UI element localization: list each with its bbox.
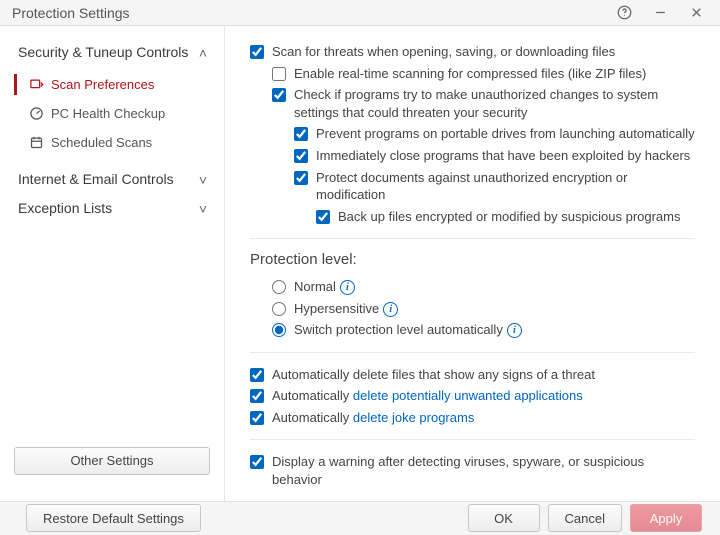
checkbox-prevent-portable[interactable] — [294, 127, 308, 141]
sidebar-section-title: Security & Tuneup Controls — [18, 44, 196, 62]
checkbox-backup-encrypted[interactable] — [316, 210, 330, 224]
sidebar-item-scheduled-scans[interactable]: Scheduled Scans — [0, 128, 224, 157]
radio-normal[interactable] — [272, 280, 286, 294]
sidebar-item-label: Scan Preferences — [51, 77, 154, 92]
checkbox-label: Automatically delete joke programs — [272, 409, 474, 427]
chevron-down-icon: ˅ — [196, 172, 210, 188]
sidebar-item-scan-preferences[interactable]: Scan Preferences — [0, 70, 224, 99]
checkbox-auto-delete-threat[interactable] — [250, 368, 264, 382]
content-pane: Scan for threats when opening, saving, o… — [225, 26, 720, 500]
checkbox-close-exploited[interactable] — [294, 149, 308, 163]
info-icon[interactable]: i — [383, 302, 398, 317]
checkbox-label: Back up files encrypted or modified by s… — [338, 208, 681, 226]
titlebar: Protection Settings — [0, 0, 720, 26]
checkbox-auto-delete-pua[interactable] — [250, 389, 264, 403]
checkbox-realtime-compressed[interactable] — [272, 67, 286, 81]
footer: Restore Default Settings OK Cancel Apply — [0, 501, 720, 535]
scan-preferences-icon — [25, 77, 47, 92]
chevron-up-icon: ˄ — [196, 45, 210, 61]
divider — [250, 352, 695, 353]
info-icon[interactable]: i — [340, 280, 355, 295]
sidebar-section-title: Internet & Email Controls — [18, 171, 196, 189]
link-delete-pua[interactable]: delete potentially unwanted applications — [353, 388, 583, 403]
checkbox-auto-delete-joke[interactable] — [250, 411, 264, 425]
restore-defaults-button[interactable]: Restore Default Settings — [26, 504, 201, 532]
radio-label: Normali — [294, 278, 355, 296]
ok-button[interactable]: OK — [468, 504, 540, 532]
checkbox-label: Immediately close programs that have bee… — [316, 147, 690, 165]
other-settings-button[interactable]: Other Settings — [14, 447, 210, 475]
help-icon[interactable] — [612, 1, 636, 25]
checkbox-label: Prevent programs on portable drives from… — [316, 125, 695, 143]
sidebar: Security & Tuneup Controls ˄ Scan Prefer… — [0, 26, 225, 500]
divider — [250, 439, 695, 440]
window-title: Protection Settings — [12, 5, 600, 21]
close-icon[interactable] — [684, 1, 708, 25]
checkbox-label: Check if programs try to make unauthoriz… — [294, 86, 695, 121]
checkbox-scan-open-save-download[interactable] — [250, 45, 264, 59]
sidebar-item-pc-health-checkup[interactable]: PC Health Checkup — [0, 99, 224, 128]
checkbox-label: Scan for threats when opening, saving, o… — [272, 43, 615, 61]
sidebar-section-title: Exception Lists — [18, 200, 196, 218]
radio-label: Hypersensitivei — [294, 300, 398, 318]
sidebar-section-security-tuneup[interactable]: Security & Tuneup Controls ˄ — [0, 38, 224, 68]
radio-switch-auto[interactable] — [272, 323, 286, 337]
radio-label: Switch protection level automaticallyi — [294, 321, 522, 339]
checkbox-label: Automatically delete potentially unwante… — [272, 387, 583, 405]
checkbox-check-unauthorized[interactable] — [272, 88, 286, 102]
sidebar-item-label: PC Health Checkup — [51, 106, 165, 121]
checkbox-display-warning[interactable] — [250, 455, 264, 469]
checkbox-label: Automatically delete files that show any… — [272, 366, 595, 384]
protection-level-title: Protection level: — [250, 251, 695, 268]
info-icon[interactable]: i — [507, 323, 522, 338]
checkbox-label: Enable real-time scanning for compressed… — [294, 65, 646, 83]
checkbox-label: Protect documents against unauthorized e… — [316, 169, 695, 204]
scheduled-scans-icon — [25, 135, 47, 150]
chevron-down-icon: ˅ — [196, 201, 210, 217]
apply-button[interactable]: Apply — [630, 504, 702, 532]
sidebar-section-internet-email[interactable]: Internet & Email Controls ˅ — [0, 165, 224, 195]
link-delete-joke[interactable]: delete joke programs — [353, 410, 474, 425]
radio-hypersensitive[interactable] — [272, 302, 286, 316]
health-checkup-icon — [25, 106, 47, 121]
sidebar-section-exception-lists[interactable]: Exception Lists ˅ — [0, 194, 224, 224]
cancel-button[interactable]: Cancel — [548, 504, 622, 532]
minimize-icon[interactable] — [648, 1, 672, 25]
checkbox-protect-docs[interactable] — [294, 171, 308, 185]
sidebar-item-label: Scheduled Scans — [51, 135, 152, 150]
divider — [250, 238, 695, 239]
checkbox-label: Display a warning after detecting viruse… — [272, 453, 695, 488]
